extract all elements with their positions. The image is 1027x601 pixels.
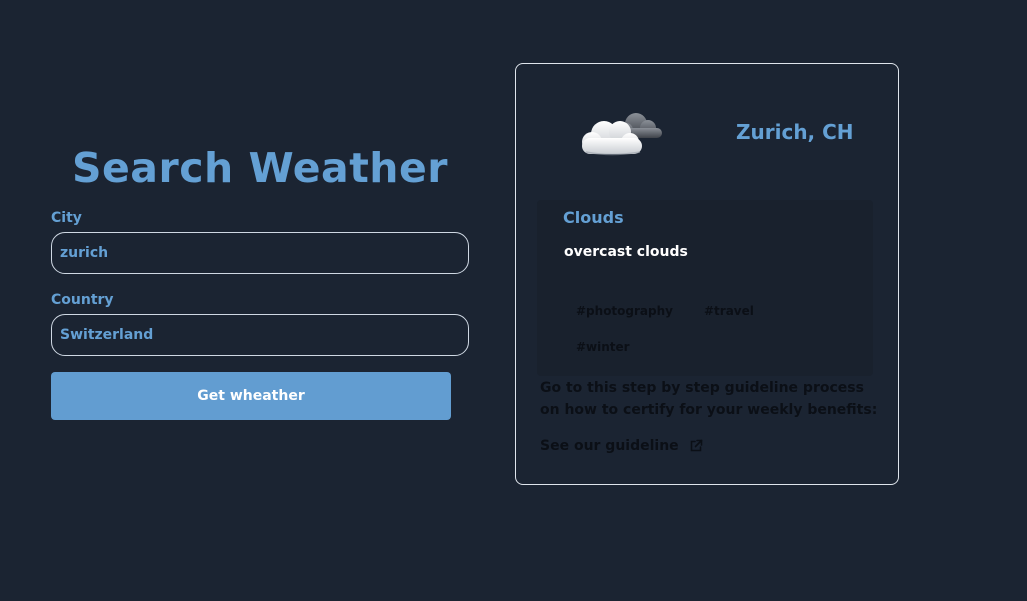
page-title: Search Weather: [71, 144, 449, 192]
weather-card: Zurich, CH Clouds overcast clouds #photo…: [515, 63, 899, 485]
guideline-link-label: See our guideline: [540, 438, 679, 454]
location-title: Zurich, CH: [736, 120, 854, 144]
tag-travel: #travel: [704, 304, 754, 318]
guideline-link[interactable]: See our guideline: [540, 438, 703, 454]
weather-details: Clouds overcast clouds #photography #tra…: [537, 200, 873, 376]
country-label: Country: [51, 292, 114, 308]
country-input[interactable]: [51, 314, 469, 356]
get-weather-button[interactable]: Get wheather: [51, 372, 451, 420]
external-link-icon: [690, 439, 702, 452]
weather-description: overcast clouds: [564, 244, 688, 260]
page: Search Weather City Country Get wheather: [0, 0, 1027, 601]
city-label: City: [51, 210, 82, 226]
guideline-text: Go to this step by step guideline proces…: [540, 380, 878, 418]
search-form: Search Weather City Country Get wheather: [51, 140, 469, 420]
weather-condition: Clouds: [563, 208, 624, 227]
tag-photography: #photography: [576, 304, 673, 318]
tag-winter: #winter: [576, 340, 630, 354]
city-input[interactable]: [51, 232, 469, 274]
cloud-icon: [582, 113, 662, 156]
